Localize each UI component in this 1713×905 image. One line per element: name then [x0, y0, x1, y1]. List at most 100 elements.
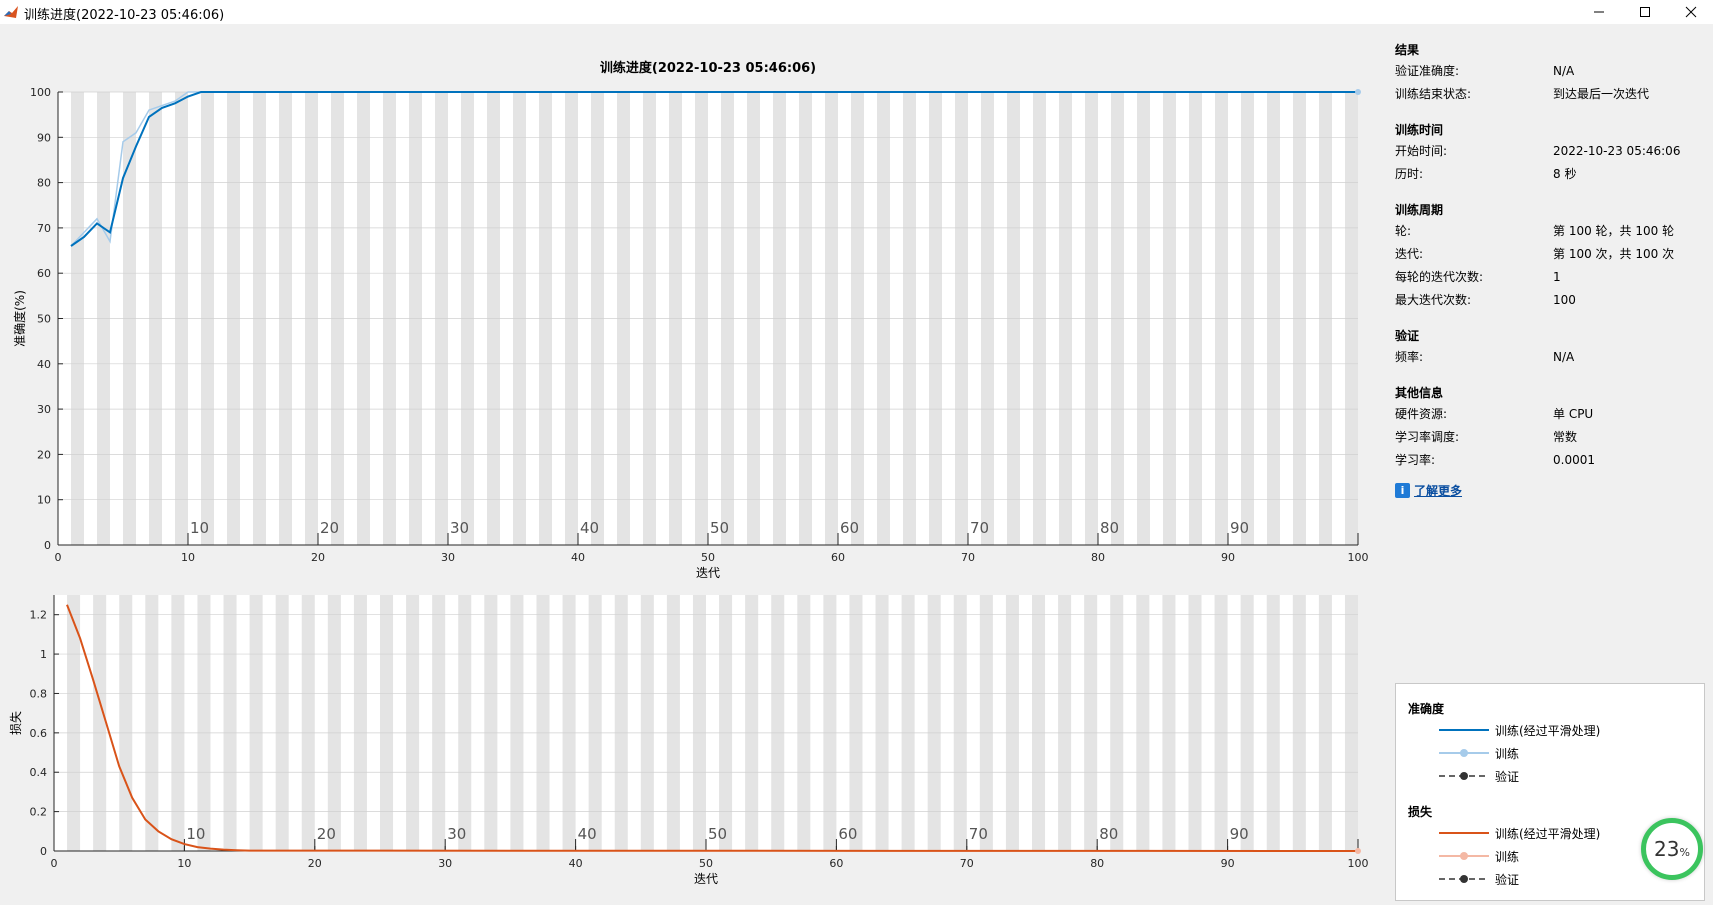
- epoch-band: [275, 595, 289, 851]
- y-tick-label: 1.2: [30, 609, 48, 622]
- epoch-band: [666, 595, 680, 851]
- epoch-band: [536, 595, 550, 851]
- learn-more[interactable]: i 了解更多: [1395, 482, 1705, 499]
- series-end-marker: [1355, 848, 1361, 854]
- epoch-band: [327, 595, 341, 851]
- info-row: 频率: N/A: [1395, 350, 1575, 364]
- epoch-label: 60: [838, 825, 857, 843]
- x-tick-label: 50: [701, 551, 715, 564]
- y-tick-label: 0.8: [30, 687, 48, 700]
- learn-more-link[interactable]: 了解更多: [1414, 482, 1462, 499]
- epoch-label: 30: [450, 519, 469, 537]
- chart-title: 训练进度(2022-10-23 05:46:06): [600, 60, 816, 76]
- y-tick-label: 10: [37, 494, 51, 507]
- x-tick-label: 100: [1348, 551, 1369, 564]
- close-button[interactable]: [1669, 0, 1713, 24]
- info-row: 每轮的迭代次数: 1: [1395, 270, 1561, 284]
- time-section-title: 训练时间: [1395, 123, 1444, 137]
- epoch-label: 10: [190, 519, 209, 537]
- epoch-label: 20: [317, 825, 336, 843]
- epoch-band: [849, 595, 863, 851]
- epoch-band: [301, 595, 315, 851]
- y-tick-label: 0: [40, 845, 47, 858]
- legend-accuracy-train: 训练: [1439, 742, 1519, 764]
- epoch-band: [927, 595, 941, 851]
- training-info-panel: 结果 验证准确度: N/A 训练结束状态: 到达最后一次迭代 训练时间 开始时间: 2…: [1395, 40, 1705, 499]
- y-tick-label: 70: [37, 222, 51, 235]
- epoch-band: [145, 595, 159, 851]
- legend-loss-title: 损失: [1408, 805, 1433, 819]
- matlab-icon: [3, 4, 19, 20]
- other-section-title: 其他信息: [1395, 386, 1444, 400]
- y-tick-label: 50: [37, 313, 51, 326]
- epoch-label: 50: [710, 519, 729, 537]
- epoch-band: [640, 595, 654, 851]
- x-tick-label: 20: [311, 551, 325, 564]
- maximize-icon: [1640, 7, 1650, 17]
- x-tick-label: 70: [961, 551, 975, 564]
- epoch-band: [1005, 595, 1019, 851]
- x-tick-label: 60: [829, 857, 843, 870]
- epoch-band: [1032, 595, 1046, 851]
- epoch-label: 70: [969, 825, 988, 843]
- maximize-button[interactable]: [1623, 0, 1667, 24]
- epoch-label: 90: [1230, 825, 1249, 843]
- epoch-band: [1240, 595, 1254, 851]
- epoch-band: [875, 595, 889, 851]
- epoch-band: [901, 595, 915, 851]
- x-tick-label: 20: [308, 857, 322, 870]
- y-tick-label: 80: [37, 177, 51, 190]
- epoch-band: [562, 595, 576, 851]
- minimize-button[interactable]: [1577, 0, 1621, 24]
- epoch-band: [797, 595, 811, 851]
- x-tick-label: 30: [438, 857, 452, 870]
- epoch-band: [588, 595, 602, 851]
- epoch-band: [1110, 595, 1124, 851]
- info-row: 轮: 第 100 轮，共 100 轮: [1395, 224, 1675, 238]
- x-tick-label: 10: [177, 857, 191, 870]
- x-tick-label: 10: [181, 551, 195, 564]
- epoch-band: [1136, 595, 1150, 851]
- x-tick-label: 100: [1348, 857, 1369, 870]
- window-titlebar: 训练进度(2022-10-23 05:46:06): [0, 0, 1713, 24]
- x-tick-label: 90: [1221, 551, 1235, 564]
- epoch-band: [510, 595, 524, 851]
- y-tick-label: 40: [37, 358, 51, 371]
- line-swatch-icon: [1439, 832, 1489, 834]
- info-row: 历时: 8 秒: [1395, 167, 1577, 181]
- epoch-band: [406, 595, 420, 851]
- epoch-label: 40: [578, 825, 597, 843]
- x-tick-label: 70: [960, 857, 974, 870]
- epoch-band: [719, 595, 733, 851]
- x-tick-label: 40: [569, 857, 583, 870]
- y-axis-label: 准确度(%): [12, 290, 27, 347]
- info-icon: i: [1395, 483, 1410, 498]
- epoch-band: [745, 595, 759, 851]
- x-axis-label: 迭代: [696, 566, 720, 580]
- epoch-band: [1162, 595, 1176, 851]
- y-tick-label: 0.2: [30, 806, 48, 819]
- epoch-band: [171, 595, 185, 851]
- legend-accuracy-validation: 验证: [1439, 765, 1519, 787]
- x-tick-label: 30: [441, 551, 455, 564]
- legend-loss-train: 训练: [1439, 845, 1519, 867]
- line-swatch-icon: [1439, 729, 1489, 731]
- progress-badge[interactable]: 23%: [1641, 818, 1703, 880]
- legend-accuracy-smoothed: 训练(经过平滑处理): [1439, 719, 1600, 741]
- x-tick-label: 0: [55, 551, 62, 564]
- x-tick-label: 80: [1091, 551, 1105, 564]
- epoch-band: [223, 595, 237, 851]
- info-row: 训练结束状态: 到达最后一次迭代: [1395, 87, 1650, 101]
- epoch-band: [953, 595, 967, 851]
- series-end-marker: [1355, 89, 1361, 95]
- legend-loss-validation: 验证: [1439, 868, 1519, 890]
- epoch-label: 80: [1100, 519, 1119, 537]
- epoch-band: [1292, 595, 1306, 851]
- close-icon: [1685, 6, 1697, 18]
- info-row: 硬件资源: 单 CPU: [1395, 407, 1594, 421]
- epoch-band: [380, 595, 394, 851]
- epoch-band: [1188, 595, 1202, 851]
- epoch-band: [249, 595, 263, 851]
- cycle-section-title: 训练周期: [1395, 203, 1444, 217]
- x-tick-label: 0: [51, 857, 58, 870]
